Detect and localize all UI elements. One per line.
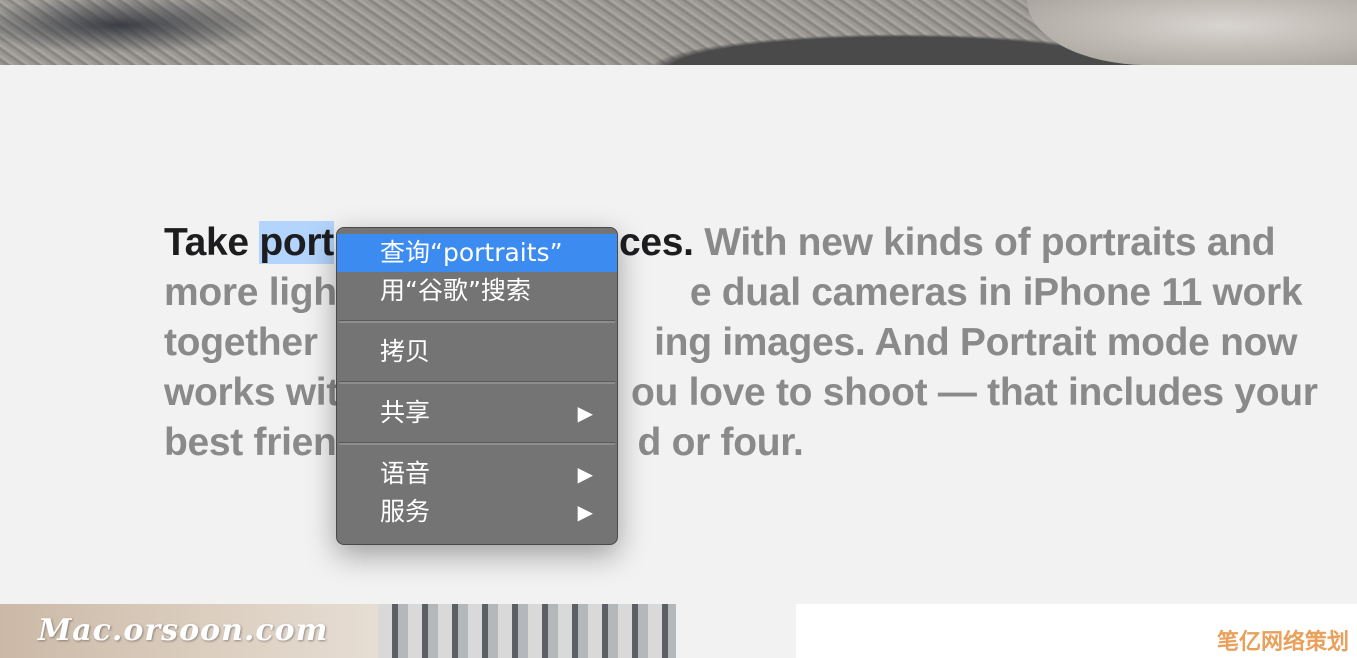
menu-item-share[interactable]: 共享 ▶ (337, 394, 617, 432)
menu-item-services[interactable]: 服务 ▶ (337, 493, 617, 531)
menu-item-label: 用“谷歌”搜索 (380, 276, 531, 305)
submenu-arrow-icon: ▶ (577, 401, 593, 425)
menu-item-search-google[interactable]: 用“谷歌”搜索 (337, 272, 617, 310)
menu-item-lookup[interactable]: 查询“portraits” (337, 234, 617, 272)
menu-separator (339, 320, 615, 323)
menu-separator (339, 442, 615, 445)
watermark-left: Mac.orsoon.com (38, 613, 329, 648)
context-menu: 查询“portraits” 用“谷歌”搜索 拷贝 共享 ▶ 语音 ▶ 服务 ▶ (336, 227, 618, 545)
top-photo (0, 0, 1357, 65)
submenu-arrow-icon: ▶ (577, 462, 593, 486)
bottom-photo-middle (378, 604, 676, 658)
menu-item-label: 共享 (380, 398, 431, 427)
menu-item-label: 语音 (380, 459, 431, 488)
bottom-gap (676, 604, 796, 658)
submenu-arrow-icon: ▶ (577, 500, 593, 524)
menu-separator (339, 381, 615, 384)
menu-item-label: 服务 (380, 497, 431, 526)
menu-item-copy[interactable]: 拷贝 (337, 333, 617, 371)
photo-rock (1027, 0, 1357, 65)
menu-item-speech[interactable]: 语音 ▶ (337, 455, 617, 493)
selected-text[interactable]: port (259, 221, 334, 264)
watermark-right: 笔亿网络策划 (1216, 630, 1349, 655)
menu-item-label: 拷贝 (380, 337, 431, 366)
menu-item-label: 查询“portraits” (380, 238, 563, 267)
